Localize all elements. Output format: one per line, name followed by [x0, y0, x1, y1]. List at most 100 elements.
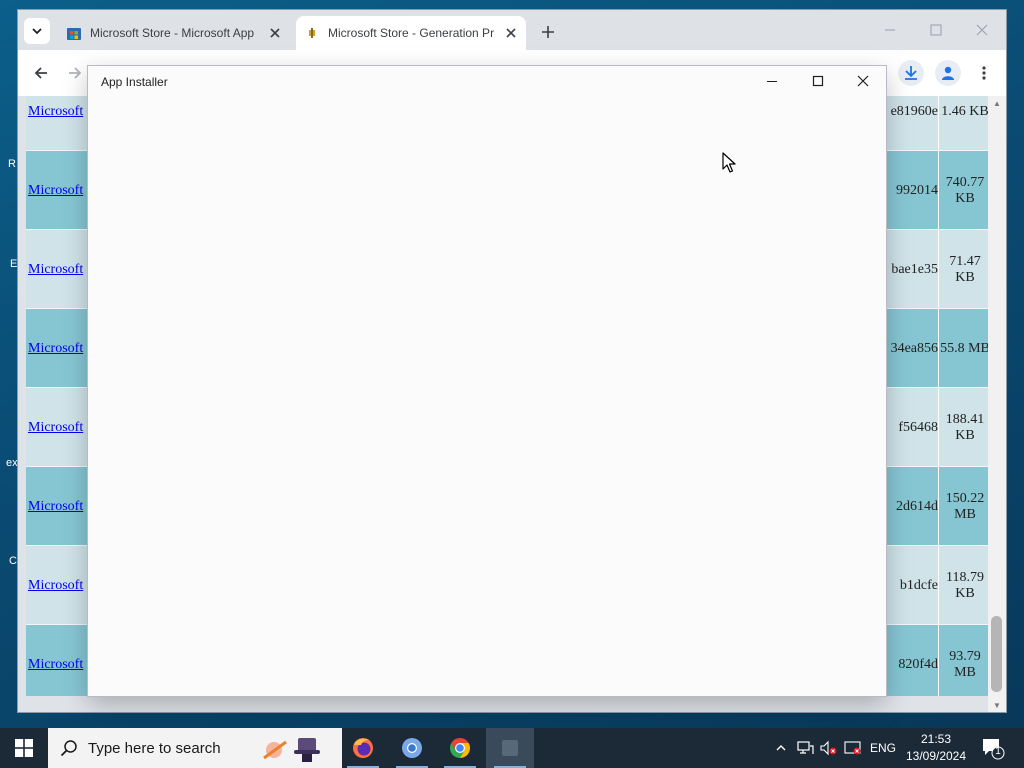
file-link[interactable]: Microsoft	[28, 96, 83, 151]
new-tab-button[interactable]	[538, 22, 558, 42]
chevron-down-icon	[32, 28, 42, 35]
clock-date: 13/09/2024	[905, 749, 967, 763]
profile-icon	[942, 66, 954, 80]
file-size: 740.77 KB	[938, 151, 988, 230]
scroll-thumb[interactable]	[991, 616, 1002, 692]
desktop-icon-label: C	[9, 555, 17, 567]
maximize-icon	[930, 24, 942, 36]
action-center-button[interactable]: 1	[980, 736, 1006, 760]
maximize-icon	[812, 75, 824, 87]
file-hash: 820f4d	[898, 656, 938, 672]
app-installer-icon	[502, 740, 518, 756]
file-size: 71.47 KB	[938, 230, 988, 309]
close-button[interactable]	[840, 66, 886, 96]
minimize-button[interactable]	[749, 66, 795, 96]
file-size: 1.46 KB	[938, 96, 988, 151]
arrow-right-icon	[69, 67, 82, 79]
scroll-up-arrow[interactable]: ▲	[988, 96, 1006, 110]
input-language[interactable]: ENG	[870, 728, 896, 768]
start-button[interactable]	[0, 728, 48, 768]
downloads-button[interactable]	[898, 60, 924, 86]
plus-icon	[542, 26, 554, 38]
file-link[interactable]: Microsoft	[28, 388, 83, 467]
file-size: 93.79 MB	[938, 625, 988, 696]
file-link[interactable]: Microsoft	[28, 230, 83, 309]
chromium-icon	[402, 738, 422, 758]
system-clock[interactable]: 21:53 13/09/2024	[903, 731, 969, 765]
taskbar-firefox[interactable]	[339, 728, 387, 768]
minimize-icon	[885, 29, 895, 31]
close-icon[interactable]	[266, 24, 284, 42]
minimize-button[interactable]	[880, 20, 900, 40]
show-hidden-icons-button[interactable]	[771, 738, 791, 758]
desktop-icon-label: ex	[6, 457, 18, 469]
windows-security-icon	[844, 741, 861, 755]
file-size: 55.8 MB	[938, 309, 988, 388]
search-icon	[60, 740, 77, 757]
chevron-up-icon	[776, 745, 786, 751]
security-tray-button[interactable]	[843, 738, 863, 758]
file-hash: f56468	[898, 419, 938, 435]
tab-generation-project[interactable]: Microsoft Store - Generation Pr	[296, 16, 526, 50]
scroll-down-arrow[interactable]: ▼	[988, 698, 1006, 712]
file-hash: 992014	[896, 182, 938, 198]
search-highlight-illustration	[263, 738, 320, 762]
app-installer-window: App Installer	[88, 66, 886, 696]
notification-icon	[983, 739, 1005, 760]
file-hash: b1dcfe	[899, 577, 938, 593]
file-link[interactable]: Microsoft	[28, 309, 83, 388]
file-hash: 34ea856	[890, 340, 938, 356]
volume-tray-button[interactable]	[819, 738, 839, 758]
microsoft-store-icon	[66, 25, 82, 41]
file-hash: bae1e35	[891, 261, 938, 277]
file-link[interactable]: Microsoft	[28, 625, 83, 696]
taskbar-chromium[interactable]	[388, 728, 436, 768]
more-vertical-icon	[982, 66, 986, 80]
network-tray-button[interactable]	[795, 738, 815, 758]
file-link[interactable]: Microsoft	[28, 467, 83, 546]
page-scrollbar[interactable]: ▲ ▼	[988, 96, 1006, 712]
file-hash: e81960e	[890, 103, 938, 119]
tab-strip: Microsoft Store - Microsoft App Microsof…	[18, 10, 1006, 50]
close-icon	[857, 75, 869, 87]
tab-microsoft-store-app[interactable]: Microsoft Store - Microsoft App	[58, 16, 290, 50]
profile-button[interactable]	[935, 60, 961, 86]
file-size: 150.22 MB	[938, 467, 988, 546]
notification-count: 1	[995, 746, 1001, 757]
file-link[interactable]: Microsoft	[28, 151, 83, 230]
volume-muted-icon	[820, 740, 837, 756]
windows-logo-icon	[15, 739, 33, 757]
file-link[interactable]: Microsoft	[28, 546, 83, 625]
taskbar-search-box[interactable]: Type here to search	[48, 728, 342, 768]
file-hash: 2d614d	[896, 498, 938, 514]
mouse-cursor-icon	[722, 152, 736, 173]
taskbar: Type here to search ENG 21:53 13/09/2024…	[0, 728, 1024, 768]
maximize-button[interactable]	[795, 66, 841, 96]
chrome-icon	[450, 738, 470, 758]
desktop-icon-label: E	[10, 258, 18, 270]
desktop-icon-label: R	[8, 158, 16, 170]
forward-button[interactable]	[62, 60, 88, 86]
file-size: 118.79 KB	[938, 546, 988, 625]
tab-title: Microsoft Store - Microsoft App	[90, 26, 255, 40]
search-placeholder: Type here to search	[88, 739, 221, 757]
menu-button[interactable]	[971, 60, 997, 86]
file-size: 188.41 KB	[938, 388, 988, 467]
close-icon	[976, 24, 988, 36]
maximize-button[interactable]	[926, 20, 946, 40]
tab-search-button[interactable]	[24, 18, 50, 44]
window-title: App Installer	[101, 75, 168, 89]
close-window-button[interactable]	[972, 20, 992, 40]
download-icon	[905, 66, 917, 80]
clock-time: 21:53	[920, 732, 952, 746]
taskbar-chrome[interactable]	[436, 728, 484, 768]
minimize-icon	[767, 81, 777, 82]
network-icon	[797, 741, 814, 754]
taskbar-app-installer[interactable]	[486, 728, 534, 768]
tab-title: Microsoft Store - Generation Pr	[328, 26, 495, 40]
generation-project-icon	[304, 25, 320, 41]
arrow-left-icon	[34, 67, 47, 79]
close-icon[interactable]	[502, 24, 520, 42]
back-button[interactable]	[28, 60, 54, 86]
firefox-icon	[353, 738, 373, 758]
